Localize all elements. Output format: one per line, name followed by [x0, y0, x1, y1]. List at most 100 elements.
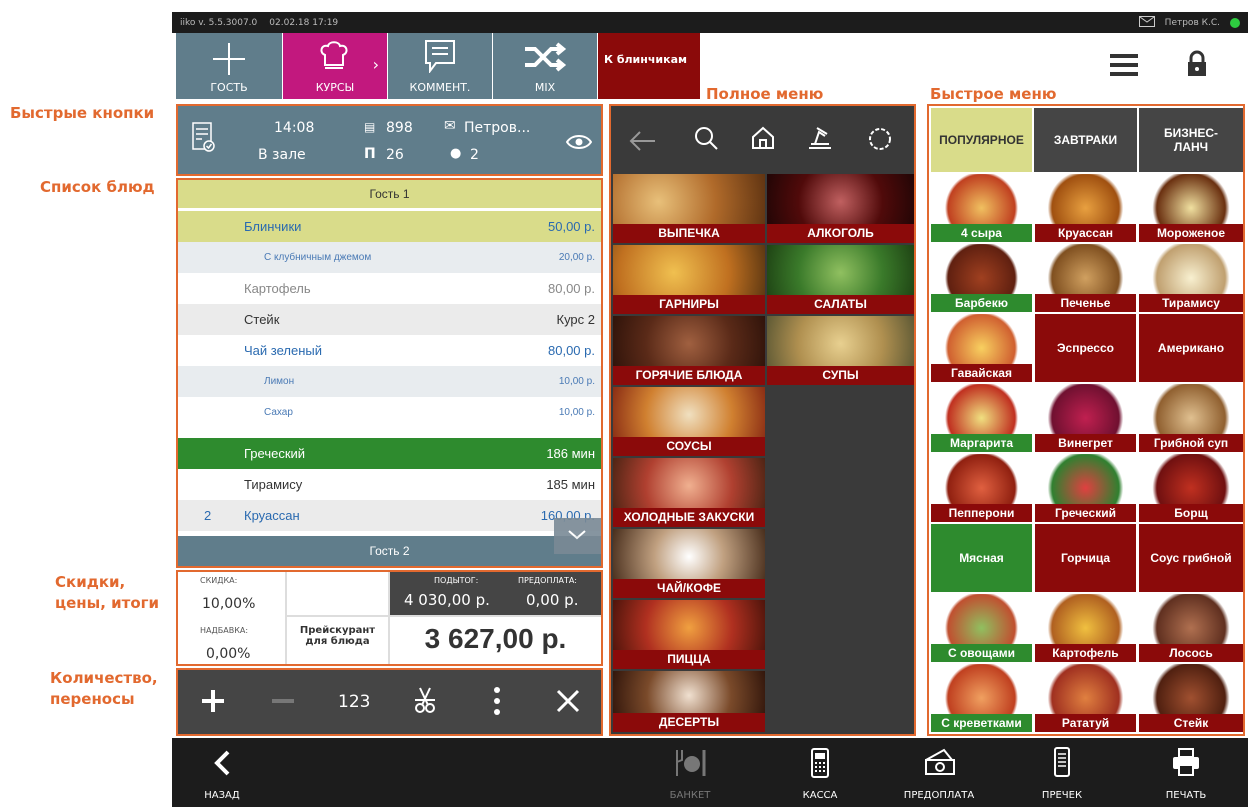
- mail-icon[interactable]: [1138, 15, 1155, 30]
- chevron-left-icon: [214, 750, 230, 776]
- quick-item[interactable]: Горчица: [1035, 524, 1136, 592]
- mix-button[interactable]: MIX: [493, 33, 597, 99]
- guest-1-header[interactable]: Гость 1: [178, 180, 601, 208]
- quick-item[interactable]: Борщ: [1139, 454, 1243, 522]
- quick-item[interactable]: Картофель: [1035, 594, 1136, 662]
- surcharge-value[interactable]: 0,00%: [206, 646, 250, 662]
- precheck-button[interactable]: ПРЕЧЕК: [1032, 738, 1092, 807]
- quick-item[interactable]: Мороженое: [1139, 174, 1243, 242]
- tab-popular[interactable]: ПОПУЛЯРНОЕ: [931, 108, 1032, 172]
- scale-icon[interactable]: [807, 126, 833, 150]
- dish-row[interactable]: 2 Круассан 160,00 р.: [178, 500, 601, 531]
- online-indicator: [1230, 17, 1240, 28]
- guest-button[interactable]: ГОСТЬ: [176, 33, 282, 99]
- check-number: 898: [386, 120, 413, 136]
- quick-item[interactable]: Мясная: [931, 524, 1032, 592]
- shuffle-icon: [525, 42, 567, 72]
- minus-icon[interactable]: [270, 688, 296, 714]
- quick-item[interactable]: Американо: [1139, 314, 1243, 382]
- scissors-icon[interactable]: [414, 686, 436, 716]
- category-tea-coffee[interactable]: ЧАЙ/КОФЕ: [613, 529, 765, 598]
- surcharge-label: НАДБАВКА:: [200, 626, 249, 635]
- more-vertical-icon[interactable]: [493, 686, 501, 716]
- discount-value[interactable]: 10,00%: [202, 596, 255, 612]
- modifier-row[interactable]: С клубничным джемом 20,00 р.: [178, 242, 601, 273]
- dish-row[interactable]: Греческий 186 мин: [178, 438, 601, 469]
- eye-icon[interactable]: [566, 134, 592, 150]
- comment-label: КОММЕНТ.: [409, 81, 471, 94]
- loading-circle-icon[interactable]: [867, 126, 893, 152]
- category-sauces[interactable]: СОУСЫ: [613, 387, 765, 456]
- cash-button[interactable]: КАССА: [790, 738, 850, 807]
- cash-register-icon: [811, 748, 829, 778]
- courses-button[interactable]: › КУРСЫ: [283, 33, 387, 99]
- category-salads[interactable]: САЛАТЫ: [767, 245, 914, 314]
- subtotal-label: ПОДЫТОГ:: [434, 576, 479, 585]
- category-hot-dishes[interactable]: ГОРЯЧИЕ БЛЮДА: [613, 316, 765, 385]
- quick-item[interactable]: Винегрет: [1035, 384, 1136, 452]
- quick-item[interactable]: Лосось: [1139, 594, 1243, 662]
- pricelist-button[interactable]: Прейскурант для блюда: [287, 617, 388, 664]
- quick-item[interactable]: Печенье: [1035, 244, 1136, 312]
- comment-button[interactable]: КОММЕНТ.: [388, 33, 492, 99]
- quick-item[interactable]: Грибной суп: [1139, 384, 1243, 452]
- quick-item[interactable]: 4 сыра: [931, 174, 1032, 242]
- quick-item[interactable]: Круассан: [1035, 174, 1136, 242]
- quick-item[interactable]: Стейк: [1139, 664, 1243, 732]
- category-soups[interactable]: СУПЫ: [767, 316, 914, 385]
- prepay-button[interactable]: ПРЕДОПЛАТА: [896, 738, 982, 807]
- quick-item[interactable]: Рататуй: [1035, 664, 1136, 732]
- prepay-label: ПРЕДОПЛАТА:: [518, 576, 577, 585]
- check-icon: ▤: [364, 120, 376, 134]
- guests-count: 2: [470, 147, 479, 163]
- category-desserts[interactable]: ДЕСЕРТЫ: [613, 671, 765, 732]
- tab-breakfast[interactable]: ЗАВТРАКИ: [1034, 108, 1137, 172]
- totals-panel: СКИДКА: 10,00% НАДБАВКА: 0,00% Прейскура…: [176, 570, 603, 666]
- table-icon: Π: [364, 146, 376, 162]
- scroll-down-button[interactable]: [554, 518, 601, 554]
- quick-item[interactable]: Пепперони: [931, 454, 1032, 522]
- category-alcohol[interactable]: АЛКОГОЛЬ: [767, 174, 914, 243]
- quick-item[interactable]: С креветками: [931, 664, 1032, 732]
- category-bakery[interactable]: ВЫПЕЧКА: [613, 174, 765, 243]
- category-sides[interactable]: ГАРНИРЫ: [613, 245, 765, 314]
- quick-item[interactable]: Гавайская: [931, 314, 1032, 382]
- guest-label: ГОСТЬ: [210, 81, 248, 94]
- bottom-bar: НАЗАД БАНКЕТ КАССА ПРЕДОПЛАТА ПРЕЧЕК ПЕЧ…: [172, 738, 1248, 807]
- quick-item[interactable]: Эспрессо: [1035, 314, 1136, 382]
- quick-item[interactable]: Соус грибной: [1139, 524, 1243, 592]
- quick-item[interactable]: С овощами: [931, 594, 1032, 662]
- back-button[interactable]: НАЗАД: [192, 738, 252, 807]
- quick-item[interactable]: Тирамису: [1139, 244, 1243, 312]
- dish-row[interactable]: Стейк Курс 2: [178, 304, 601, 335]
- tab-business-lunch[interactable]: БИЗНЕС-ЛАНЧ: [1139, 108, 1243, 172]
- plus-icon: [213, 43, 245, 75]
- plus-icon[interactable]: [200, 688, 226, 714]
- dish-row[interactable]: Тирамису 185 мин: [178, 469, 601, 500]
- quick-item[interactable]: Маргарита: [931, 384, 1032, 452]
- dish-row[interactable]: Картофель 80,00 р.: [178, 273, 601, 304]
- chevron-right-icon: ›: [372, 55, 379, 74]
- menu-icon[interactable]: [1110, 53, 1138, 81]
- print-button[interactable]: ПЕЧАТЬ: [1156, 738, 1216, 807]
- category-cold-appetizers[interactable]: ХОЛОДНЫЕ ЗАКУСКИ: [613, 458, 765, 527]
- banquet-button[interactable]: БАНКЕТ: [660, 738, 720, 807]
- home-icon[interactable]: [751, 126, 775, 150]
- money-icon: [925, 748, 955, 775]
- category-pizza[interactable]: ПИЦЦА: [613, 600, 765, 669]
- dish-row[interactable]: Блинчики 50,00 р.: [178, 211, 601, 242]
- full-menu-panel: ВЫПЕЧКА АЛКОГОЛЬ ГАРНИРЫ САЛАТЫ ГОРЯЧИЕ …: [609, 104, 916, 736]
- shortcut-pancakes-button[interactable]: К блинчикам: [598, 33, 700, 99]
- modifier-row[interactable]: Лимон 10,00 р.: [178, 366, 601, 397]
- back-arrow-icon[interactable]: [629, 130, 657, 152]
- guest-2-header[interactable]: Гость 2: [178, 536, 601, 566]
- close-icon[interactable]: [556, 689, 580, 713]
- lock-icon[interactable]: [1186, 50, 1208, 82]
- quick-item[interactable]: Греческий: [1035, 454, 1136, 522]
- quick-item[interactable]: Барбекю: [931, 244, 1032, 312]
- dish-row[interactable]: Чай зеленый 80,00 р.: [178, 335, 601, 366]
- search-icon[interactable]: [694, 126, 718, 150]
- modifier-row[interactable]: Сахар 10,00 р.: [178, 397, 601, 428]
- prepay-value: 0,00 р.: [526, 591, 579, 609]
- quantity-keypad-button[interactable]: 123: [338, 692, 370, 712]
